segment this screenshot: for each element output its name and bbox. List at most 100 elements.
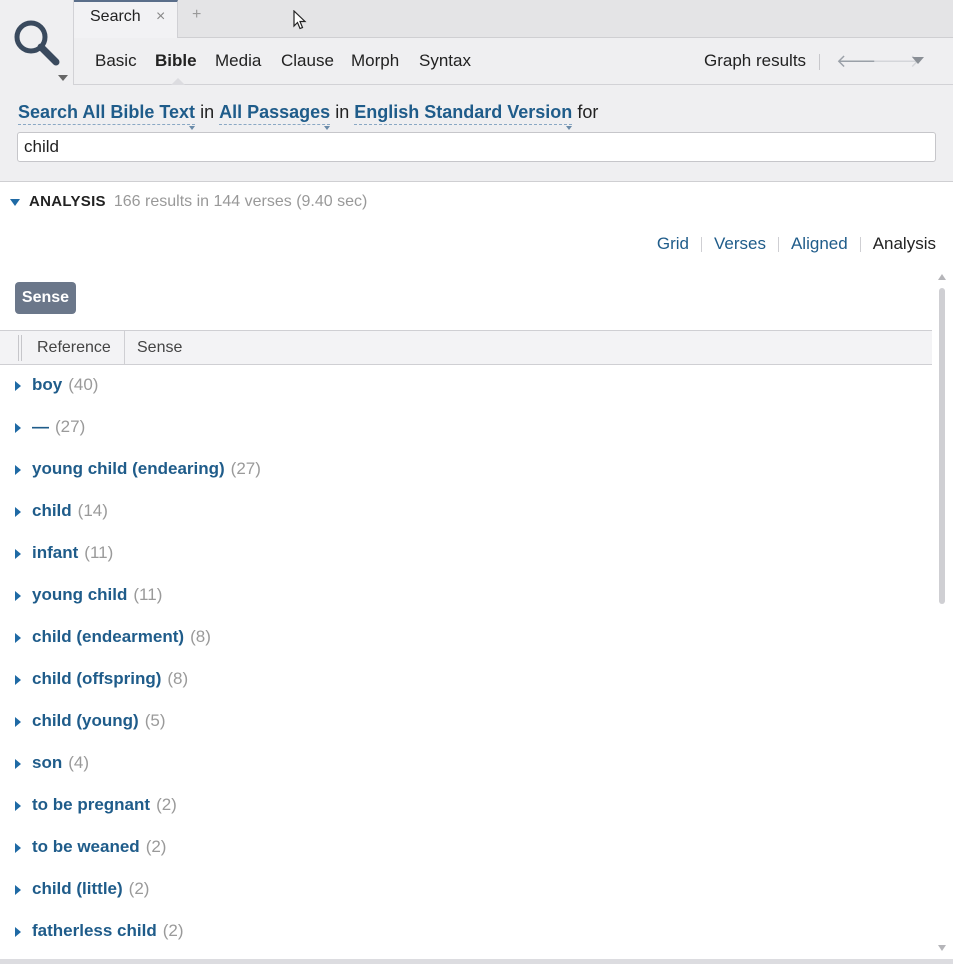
scroll-up-arrow-icon[interactable] (938, 274, 946, 280)
list-item[interactable]: — (27) (0, 407, 932, 449)
list-item[interactable]: boy (40) (0, 365, 932, 407)
sense-count: (2) (128, 879, 150, 898)
list-item[interactable]: to be pregnant (2) (0, 785, 932, 827)
sense-term[interactable]: young child (32, 585, 127, 604)
query-word-in: in (200, 102, 215, 122)
triangle-right-icon[interactable] (15, 885, 21, 895)
sense-term[interactable]: child (32, 501, 72, 520)
add-tab-icon[interactable]: + (192, 6, 201, 24)
list-item[interactable]: young child (endearing) (27) (0, 449, 932, 491)
list-item[interactable]: fatherless child (2) (0, 911, 932, 953)
search-input[interactable] (17, 132, 936, 162)
sense-term[interactable]: child (little) (32, 879, 123, 898)
sense-term[interactable]: — (32, 417, 49, 436)
triangle-right-icon[interactable] (15, 507, 21, 517)
list-item[interactable]: child (14) (0, 491, 932, 533)
chevron-down-icon[interactable] (912, 57, 924, 64)
chevron-down-icon (324, 126, 331, 130)
triangle-right-icon[interactable] (15, 465, 21, 475)
search-scope-dropdown[interactable]: Search All Bible Text (18, 102, 196, 130)
close-icon[interactable]: × (156, 8, 165, 26)
mouse-cursor-icon (293, 10, 307, 30)
sense-term[interactable]: boy (32, 375, 62, 394)
mode-morph[interactable]: Morph (351, 51, 399, 71)
chevron-down-icon (566, 126, 573, 130)
mode-syntax[interactable]: Syntax (419, 51, 471, 71)
triangle-right-icon[interactable] (15, 717, 21, 727)
search-icon (14, 20, 60, 66)
list-item[interactable]: child (offspring) (8) (0, 659, 932, 701)
column-header-row: Reference Sense (0, 330, 932, 365)
passages-dropdown[interactable]: All Passages (219, 102, 331, 130)
sense-count: (27) (55, 417, 86, 436)
scroll-down-arrow-icon[interactable] (938, 945, 946, 951)
list-item[interactable]: young child (11) (0, 575, 932, 617)
mode-basic[interactable]: Basic (95, 51, 137, 71)
sense-count: (40) (68, 375, 99, 394)
triangle-right-icon[interactable] (15, 759, 21, 769)
sense-count: (11) (84, 543, 114, 562)
sense-term[interactable]: infant (32, 543, 78, 562)
triangle-right-icon[interactable] (15, 591, 21, 601)
list-item[interactable]: child (little) (2) (0, 869, 932, 911)
version-dropdown[interactable]: English Standard Version (354, 102, 573, 130)
sense-count: (8) (167, 669, 189, 688)
analysis-section-header[interactable]: ANALYSIS 166 results in 144 verses (9.40 … (10, 193, 367, 211)
triangle-right-icon[interactable] (15, 675, 21, 685)
sense-term[interactable]: child (offspring) (32, 669, 161, 688)
sense-count: (2) (162, 921, 184, 940)
search-toolbar: Basic Bible Media Clause Morph Syntax Gr… (74, 38, 953, 85)
sense-term[interactable]: son (32, 753, 62, 772)
mode-media[interactable]: Media (215, 51, 261, 71)
triangle-right-icon[interactable] (15, 927, 21, 937)
list-item[interactable]: child (endearment) (8) (0, 617, 932, 659)
sense-term[interactable]: child (young) (32, 711, 139, 730)
view-analysis[interactable]: Analysis (873, 234, 936, 253)
list-item[interactable]: son (4) (0, 743, 932, 785)
sense-count: (11) (133, 585, 163, 604)
view-divider (777, 237, 779, 253)
query-word-for: for (577, 102, 599, 122)
view-verses[interactable]: Verses (714, 234, 766, 253)
mode-clause[interactable]: Clause (281, 51, 334, 71)
sense-term[interactable]: child (endearment) (32, 627, 184, 646)
graph-results-button[interactable]: Graph results (704, 51, 806, 71)
mode-bible[interactable]: Bible (155, 51, 197, 71)
column-drag-handle[interactable] (18, 335, 22, 361)
sense-term[interactable]: to be pregnant (32, 795, 150, 814)
sense-list: boy (40) — (27) young child (endearing) (27… (0, 365, 932, 953)
chevron-down-icon[interactable] (58, 75, 68, 81)
sense-count: (27) (230, 459, 261, 478)
column-header-sense[interactable]: Sense (137, 331, 182, 364)
tab-search[interactable]: Search × (74, 0, 178, 38)
triangle-right-icon[interactable] (15, 633, 21, 643)
triangle-right-icon[interactable] (15, 381, 21, 391)
sense-term[interactable]: to be weaned (32, 837, 140, 856)
analysis-label: ANALYSIS (29, 193, 106, 210)
results-summary: 166 results in 144 verses (9.40 sec) (113, 193, 368, 210)
view-grid[interactable]: Grid (657, 234, 689, 253)
column-header-reference[interactable]: Reference (25, 331, 125, 364)
triangle-right-icon[interactable] (15, 843, 21, 853)
list-item[interactable]: child (young) (5) (0, 701, 932, 743)
triangle-down-icon[interactable] (10, 198, 20, 206)
sense-count: (4) (68, 753, 90, 772)
sense-count: (8) (190, 627, 211, 646)
triangle-right-icon[interactable] (15, 801, 21, 811)
triangle-right-icon[interactable] (15, 423, 21, 433)
view-aligned[interactable]: Aligned (791, 234, 848, 253)
toolbar-divider (819, 54, 820, 70)
sense-term[interactable]: fatherless child (32, 921, 157, 940)
window-bottom-edge (0, 959, 953, 964)
triangle-right-icon[interactable] (15, 549, 21, 559)
query-word-in: in (335, 102, 350, 122)
scrollbar-thumb[interactable] (939, 288, 945, 604)
sense-term[interactable]: young child (endearing) (32, 459, 225, 478)
list-item[interactable]: infant (11) (0, 533, 932, 575)
list-item[interactable]: to be weaned (2) (0, 827, 932, 869)
query-panel: Search All Bible Text in All Passages in… (0, 85, 953, 182)
view-divider (700, 237, 702, 253)
search-panel-menu[interactable] (0, 0, 74, 85)
view-switcher: Grid Verses Aligned Analysis (657, 234, 936, 254)
sense-group-button[interactable]: Sense (15, 282, 76, 314)
